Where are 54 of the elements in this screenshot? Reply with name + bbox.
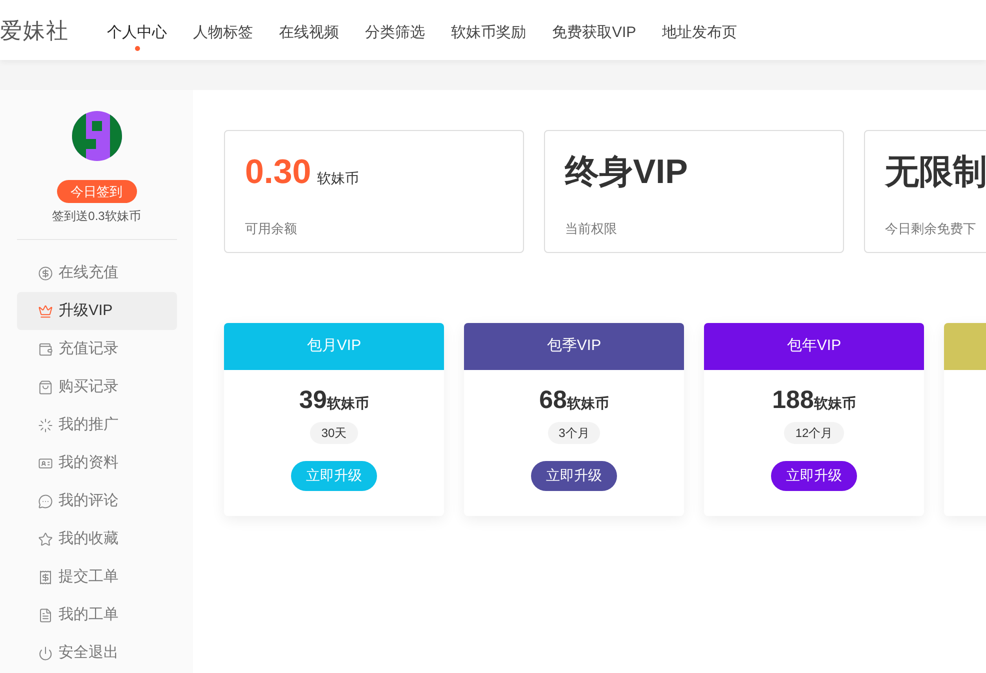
duration-tag: 3个月 — [548, 422, 600, 444]
sidebar-item[interactable]: 安全退出 — [16, 634, 176, 672]
plan-price: 188 — [772, 385, 814, 416]
plan-unit: 软妹币 — [566, 394, 609, 413]
duration-tag: 30天 — [310, 422, 358, 444]
sidebar-item[interactable]: 升级VIP — [16, 292, 176, 330]
plan-title: 包季VIP — [546, 336, 602, 356]
stat-label: 可用余额 — [245, 220, 298, 238]
site-logo[interactable]: 爱妹社 — [0, 14, 107, 46]
nav-link[interactable]: 人物标签 — [193, 22, 253, 52]
plan-title: 包月VIP — [306, 336, 362, 356]
sidebar-item[interactable]: 购买记录 — [16, 368, 176, 406]
plan-unit: 软妹币 — [814, 394, 856, 413]
coin-icon — [38, 266, 52, 280]
stat-value: 终身VIP — [565, 155, 688, 189]
star-icon — [38, 532, 52, 546]
document-icon — [38, 608, 52, 622]
nav-link[interactable]: 分类筛选 — [365, 22, 425, 52]
upgrade-button[interactable]: 立即升级 — [531, 460, 617, 490]
stat-label: 今日剩余免费下 — [885, 220, 977, 238]
sidebar-item[interactable]: 在线充值 — [16, 254, 176, 292]
nav-link[interactable]: 软妹币奖励 — [451, 22, 526, 52]
power-icon — [38, 646, 52, 660]
stat-label: 当前权限 — [565, 220, 618, 238]
chat-icon — [38, 494, 52, 508]
wallet-icon — [38, 342, 52, 356]
sidebar-item[interactable]: 我的资料 — [16, 444, 176, 482]
nav-link[interactable]: 在线视频 — [279, 22, 339, 52]
id-card-icon — [38, 456, 52, 470]
receipt-icon — [38, 570, 52, 584]
sidebar-item[interactable]: 充值记录 — [16, 330, 176, 368]
upgrade-button[interactable]: 立即升级 — [291, 460, 377, 490]
checkin-button[interactable]: 今日签到 — [56, 180, 136, 203]
sidebar-item[interactable]: 我的工单 — [16, 596, 176, 634]
duration-tag: 12个月 — [784, 422, 844, 444]
stat-value: 0.30 — [245, 155, 312, 189]
bag-icon — [38, 380, 52, 394]
plan-price: 68 — [539, 385, 567, 416]
crown-icon — [38, 304, 52, 318]
sidebar-item[interactable]: 提交工单 — [16, 558, 176, 596]
nav-link[interactable]: 个人中心 — [107, 22, 167, 52]
sidebar-item[interactable]: 我的收藏 — [16, 520, 176, 558]
plan-unit: 软妹币 — [326, 394, 369, 413]
plan-price: 39 — [299, 385, 327, 416]
sidebar-item[interactable]: 我的评论 — [16, 482, 176, 520]
checkin-note: 签到送0.3软妹币 — [52, 208, 141, 225]
nav-link[interactable]: 地址发布页 — [662, 22, 738, 52]
sidebar-item[interactable]: 我的推广 — [16, 406, 176, 444]
avatar[interactable] — [72, 111, 122, 161]
stat-unit: 软妹币 — [317, 169, 360, 188]
upgrade-button[interactable]: 立即升级 — [771, 460, 857, 490]
plan-title: 包年VIP — [786, 336, 842, 356]
stat-value: 无限制 — [885, 155, 986, 189]
nav-link[interactable]: 免费获取VIP — [552, 22, 636, 52]
